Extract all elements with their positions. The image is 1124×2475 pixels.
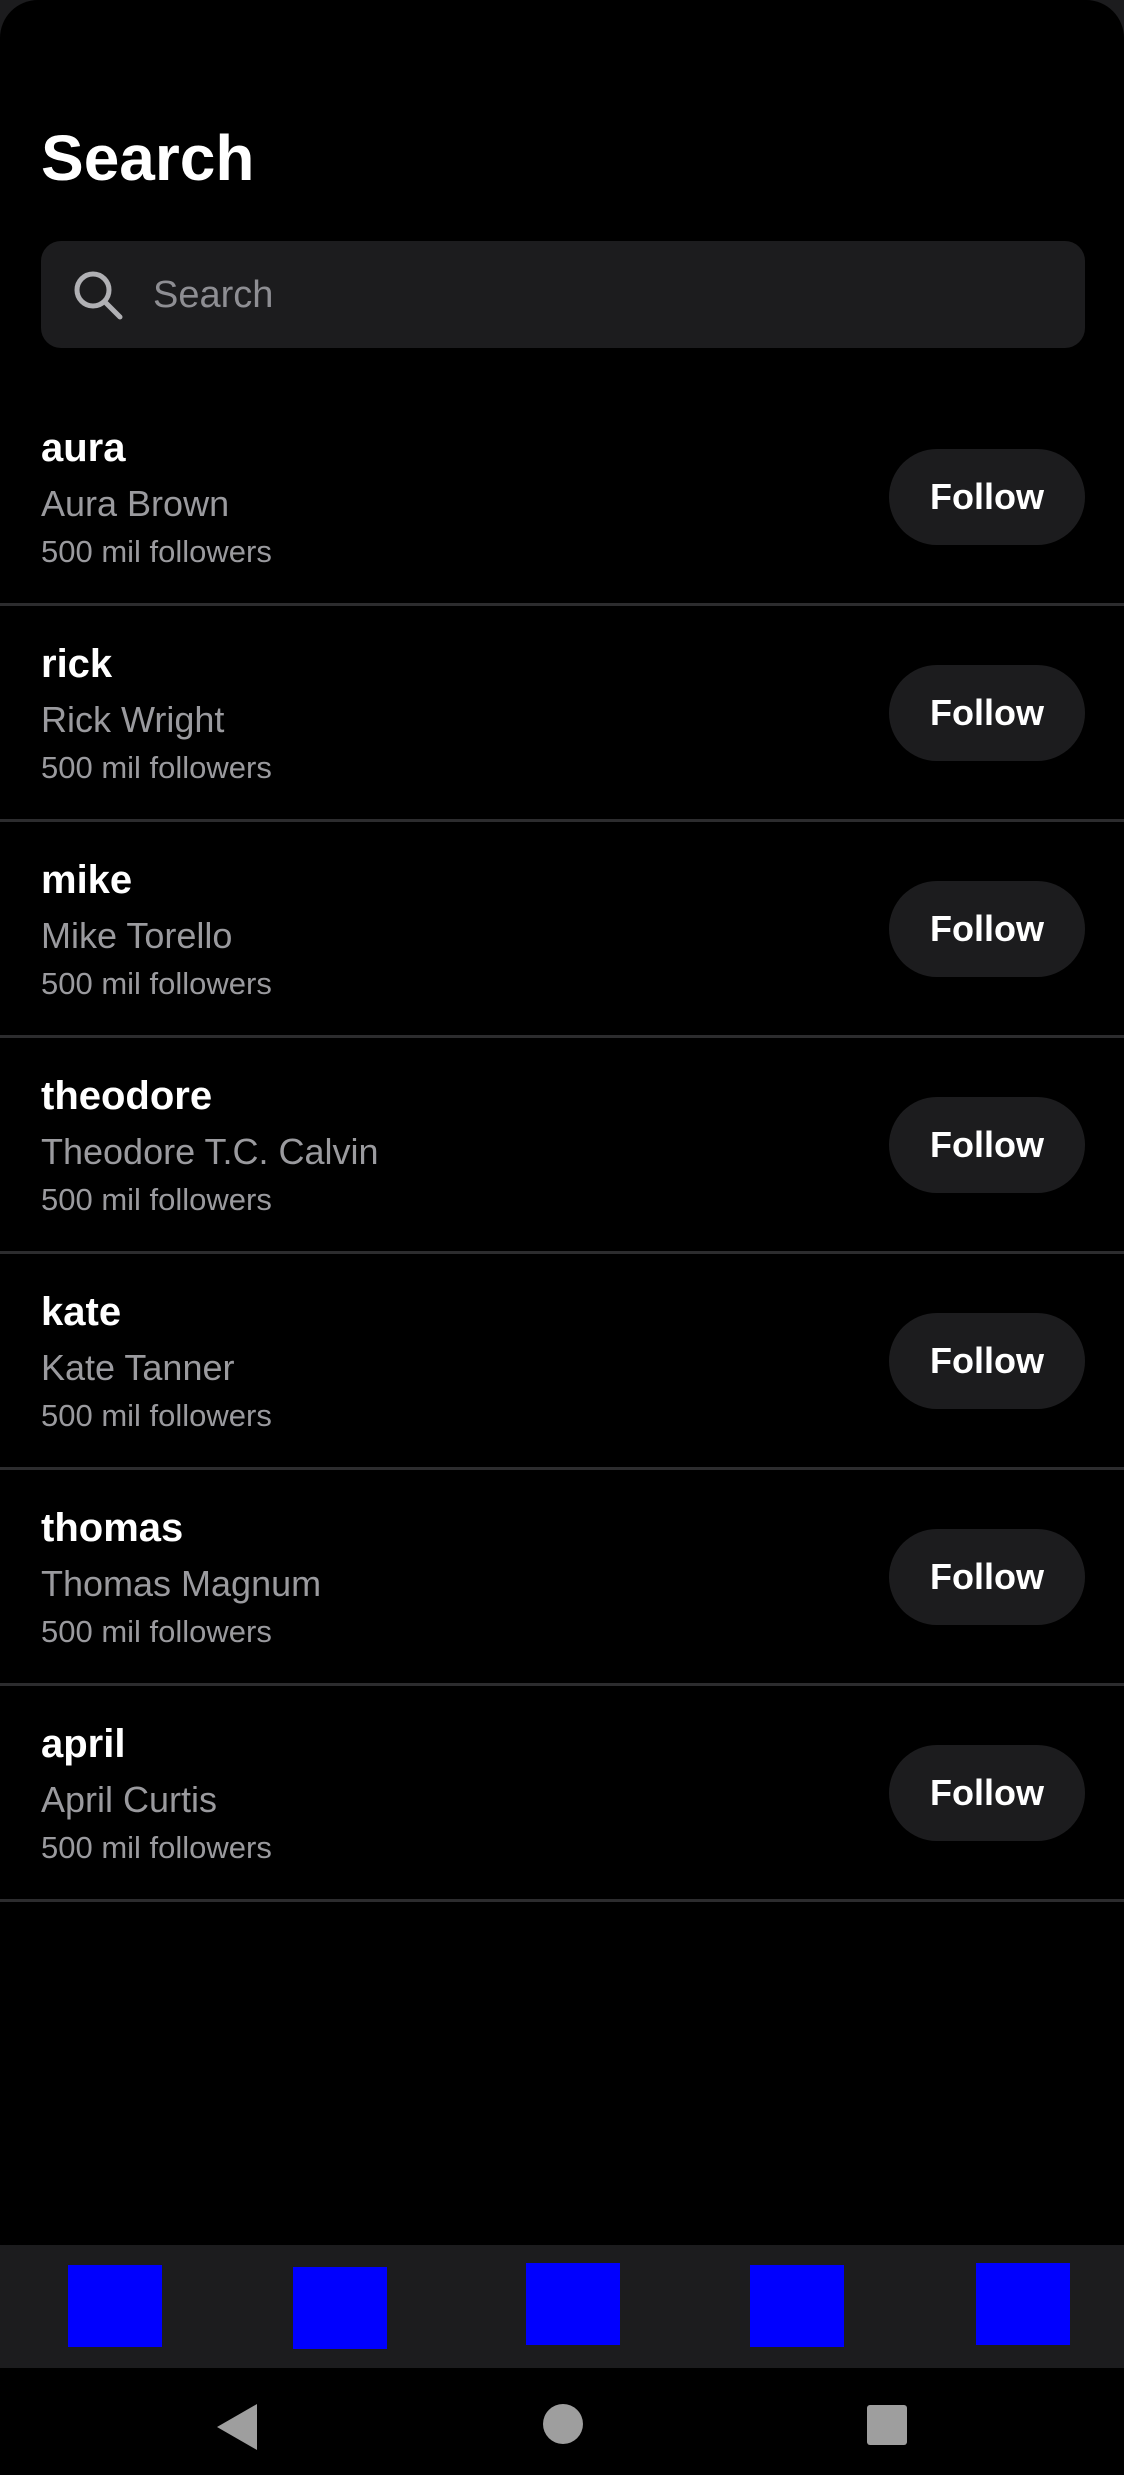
- tab-5-icon[interactable]: [976, 2263, 1070, 2345]
- follower-count: 500 mil followers: [41, 1182, 272, 1217]
- search-screen: Search aura Aura Brown 500 mil followers…: [0, 0, 1124, 2475]
- tab-3-icon[interactable]: [526, 2263, 620, 2345]
- user-row-thomas[interactable]: thomas Thomas Magnum 500 mil followers F…: [0, 1470, 1124, 1686]
- follow-button[interactable]: Follow: [889, 1529, 1085, 1625]
- follow-button[interactable]: Follow: [889, 449, 1085, 545]
- home-icon[interactable]: [542, 2403, 584, 2450]
- username: thomas: [41, 1506, 184, 1550]
- follow-button[interactable]: Follow: [889, 881, 1085, 977]
- follower-count: 500 mil followers: [41, 750, 272, 785]
- follower-count: 500 mil followers: [41, 534, 272, 569]
- user-row-kate[interactable]: kate Kate Tanner 500 mil followers Follo…: [0, 1254, 1124, 1470]
- follow-button[interactable]: Follow: [889, 1745, 1085, 1841]
- full-name: Theodore T.C. Calvin: [41, 1131, 379, 1172]
- tab-2-icon[interactable]: [293, 2267, 387, 2349]
- follower-count: 500 mil followers: [41, 966, 272, 1001]
- user-row-theodore[interactable]: theodore Theodore T.C. Calvin 500 mil fo…: [0, 1038, 1124, 1254]
- user-row-aura[interactable]: aura Aura Brown 500 mil followers Follow: [0, 390, 1124, 606]
- full-name: Thomas Magnum: [41, 1563, 322, 1604]
- follower-count: 500 mil followers: [41, 1830, 272, 1865]
- system-navigation-bar: [0, 2368, 1124, 2475]
- user-row-april[interactable]: april April Curtis 500 mil followers Fol…: [0, 1686, 1124, 1902]
- user-row-mike[interactable]: mike Mike Torello 500 mil followers Foll…: [0, 822, 1124, 1038]
- search-input[interactable]: [151, 241, 1055, 350]
- follow-button[interactable]: Follow: [889, 1097, 1085, 1193]
- username: mike: [41, 858, 133, 902]
- username: kate: [41, 1290, 122, 1334]
- full-name: Aura Brown: [41, 483, 230, 524]
- follow-button[interactable]: Follow: [889, 1313, 1085, 1409]
- search-icon: [70, 267, 126, 323]
- full-name: Kate Tanner: [41, 1347, 235, 1388]
- follower-count: 500 mil followers: [41, 1614, 272, 1649]
- search-bar[interactable]: [41, 241, 1085, 350]
- tab-4-icon[interactable]: [750, 2265, 844, 2347]
- username: aura: [41, 426, 126, 470]
- username: april: [41, 1722, 126, 1766]
- full-name: April Curtis: [41, 1779, 218, 1820]
- tab-1-icon[interactable]: [68, 2265, 162, 2347]
- user-row-rick[interactable]: rick Rick Wright 500 mil followers Follo…: [0, 606, 1124, 822]
- full-name: Rick Wright: [41, 699, 225, 740]
- page-title: Search: [41, 122, 255, 194]
- username: theodore: [41, 1074, 213, 1118]
- user-list: aura Aura Brown 500 mil followers Follow…: [0, 390, 1124, 1902]
- full-name: Mike Torello: [41, 915, 233, 956]
- bottom-tab-bar: [0, 2245, 1124, 2368]
- recents-icon[interactable]: [867, 2405, 907, 2450]
- username: rick: [41, 642, 113, 686]
- follow-button[interactable]: Follow: [889, 665, 1085, 761]
- back-icon[interactable]: [215, 2402, 259, 2457]
- follower-count: 500 mil followers: [41, 1398, 272, 1433]
